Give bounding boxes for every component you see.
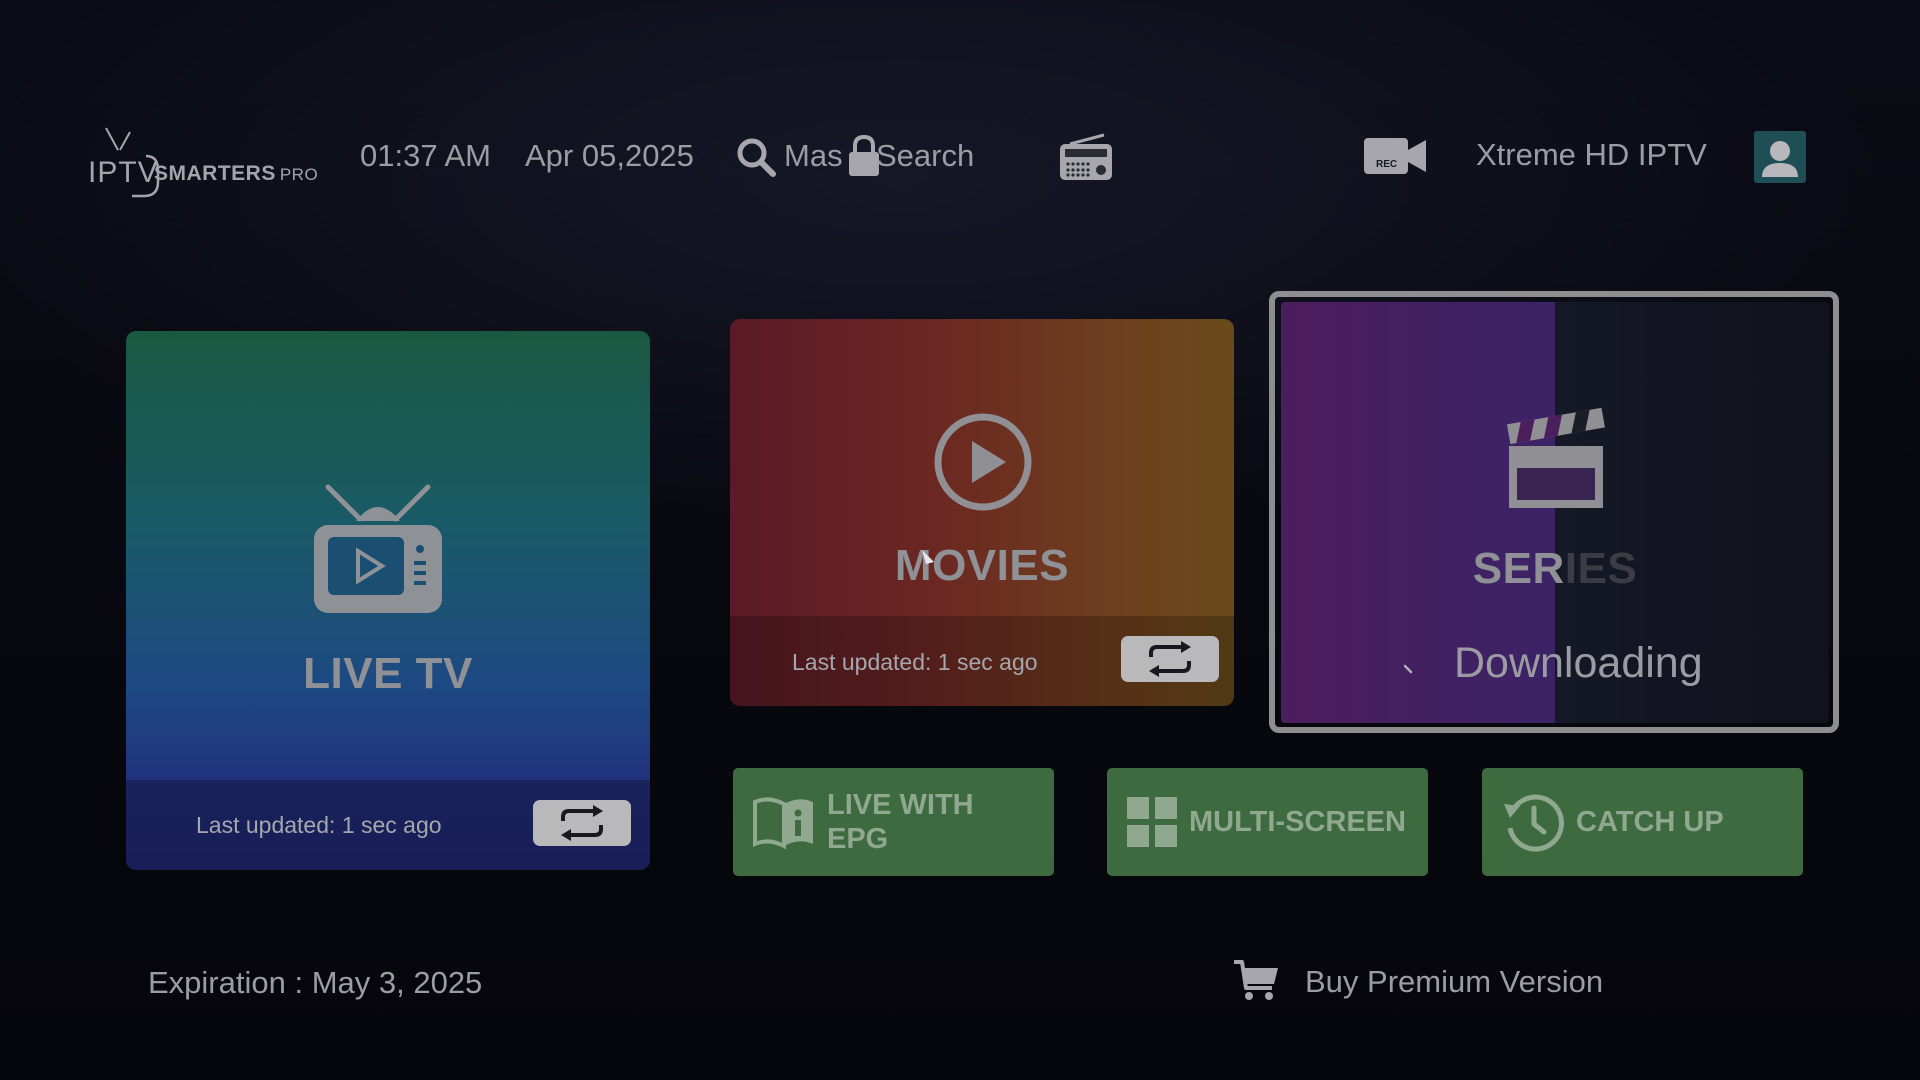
app-logo: IPTV SMARTERS PRO	[88, 126, 328, 202]
refresh-icon	[1149, 641, 1191, 677]
movies-label: MOVIES	[894, 541, 1070, 590]
live-tv-footer: Last updated: 1 sec ago	[126, 780, 650, 870]
movies-refresh-button[interactable]	[1121, 636, 1219, 682]
clapperboard-icon	[1506, 407, 1605, 508]
live-tv-tile[interactable]: LIVE TV Last updated: 1 sec ago	[126, 331, 650, 870]
profile-avatar[interactable]	[1754, 131, 1806, 183]
grid-icon	[1127, 797, 1177, 847]
rec-label: REC	[1376, 159, 1398, 170]
loading-spinner-icon	[1403, 664, 1413, 674]
user-icon	[1762, 141, 1798, 177]
movies-tile[interactable]: MOVIES Last updated: 1 sec ago	[730, 319, 1234, 706]
shopping-cart-icon	[1234, 960, 1278, 1000]
pointer-cursor-icon	[922, 550, 934, 564]
epg-book-icon	[753, 797, 813, 850]
series-label: SERIES	[1472, 544, 1638, 593]
logo-bracket-icon	[132, 154, 160, 198]
video-camera-icon	[1364, 138, 1426, 174]
live-with-epg-label: LIVE WITH EPG	[827, 789, 974, 855]
multi-screen-label: MULTI-SCREEN	[1189, 806, 1406, 838]
master-search-button[interactable]: Mas Search	[735, 134, 995, 182]
master-search-label-start: Mas	[784, 138, 843, 173]
account-name: Xtreme HD IPTV	[1476, 137, 1707, 172]
series-download-status: Downloading	[1454, 639, 1703, 687]
search-icon	[737, 138, 776, 177]
movies-last-updated: Last updated: 1 sec ago	[792, 649, 1038, 675]
buy-premium-button[interactable]: Buy Premium Version	[1232, 958, 1632, 1008]
catch-up-label: CATCH UP	[1576, 806, 1724, 838]
logo-smarters-text: SMARTERS PRO	[154, 162, 319, 185]
expiration-date: Expiration : May 3, 2025	[148, 965, 483, 1000]
radio-icon[interactable]	[1058, 132, 1114, 182]
live-tv-refresh-button[interactable]	[533, 800, 631, 846]
history-clock-icon	[1504, 794, 1564, 852]
buy-premium-label: Buy Premium Version	[1305, 964, 1604, 999]
clock-time: 01:37 AM	[360, 138, 491, 173]
live-tv-label: LIVE TV	[303, 649, 473, 698]
record-button[interactable]: REC	[1364, 136, 1426, 176]
live-tv-last-updated: Last updated: 1 sec ago	[196, 812, 442, 838]
movies-footer: Last updated: 1 sec ago	[730, 616, 1234, 706]
refresh-icon	[561, 805, 603, 841]
series-tile[interactable]: SERIES Downloading	[1281, 302, 1829, 723]
home-screen: IPTV SMARTERS PRO 01:37 AM Apr 05,2025 Ma…	[0, 0, 1920, 1080]
live-with-epg-button[interactable]: LIVE WITH EPG	[733, 768, 1054, 876]
tv-icon	[314, 484, 442, 613]
master-search-label-end: Search	[876, 138, 975, 173]
catch-up-button[interactable]: CATCH UP	[1482, 768, 1803, 876]
current-date: Apr 05,2025	[525, 138, 694, 173]
multi-screen-button[interactable]: MULTI-SCREEN	[1107, 768, 1428, 876]
play-circle-icon	[934, 413, 1032, 511]
